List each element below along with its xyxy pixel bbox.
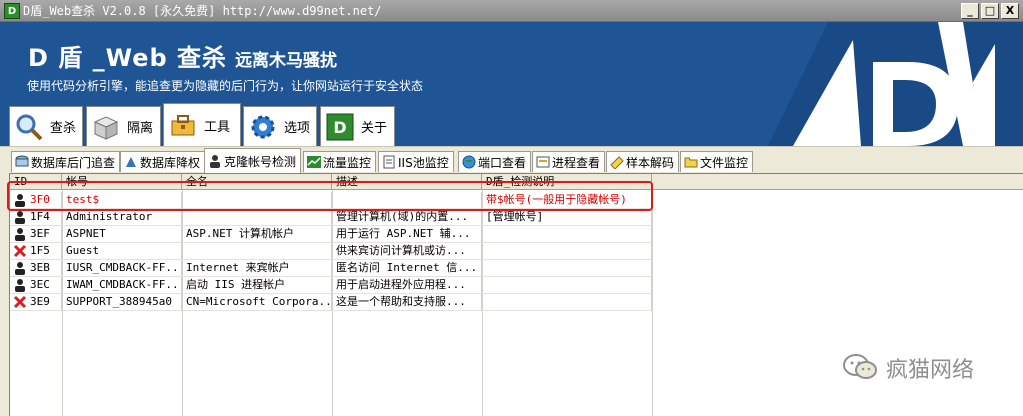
- tab-options[interactable]: 选项: [243, 106, 317, 146]
- globe-icon: [462, 155, 476, 169]
- tab-iis-pool-label: IIS池监控: [398, 155, 449, 170]
- app-icon: D: [4, 2, 20, 19]
- gear-icon: [248, 112, 278, 142]
- watermark-text: 疯猫网络: [886, 358, 975, 383]
- tab-port-view-label: 端口查看: [478, 155, 527, 170]
- cell-fullname: [182, 209, 332, 226]
- window-controls: _ □ X: [961, 3, 1019, 19]
- traffic-icon: [307, 155, 321, 169]
- wechat-icon: [842, 353, 878, 384]
- cell-note: [482, 294, 652, 311]
- table-row[interactable]: 3EB IUSR_CMDBACK-FF... Internet 来宾帐户 匿名访…: [10, 260, 1023, 277]
- box-icon: [91, 112, 121, 142]
- watermark: 疯猫网络: [842, 352, 974, 384]
- magnifier-icon: [14, 112, 44, 142]
- table-row[interactable]: 3EF ASPNET ASP.NET 计算机帐户 用于运行 ASP.NET 辅.…: [10, 226, 1023, 243]
- banner-title-text: D 盾 _Web 查杀: [28, 44, 228, 72]
- cell-id: 3EF: [10, 226, 62, 243]
- cell-description: 这是一个帮助和支持服...: [332, 294, 482, 311]
- table-row[interactable]: 1F4 Administrator 管理计算机(域)的内置... [管理帐号]: [10, 209, 1023, 226]
- cell-fullname: CN=Microsoft Corpora...: [182, 294, 332, 311]
- cell-fullname: ASP.NET 计算机帐户: [182, 226, 332, 243]
- folder-icon: [684, 155, 698, 169]
- cell-account: Guest: [62, 243, 182, 260]
- tab-quarantine[interactable]: 隔离: [86, 106, 161, 146]
- banner-title: D 盾 _Web 查杀 远离木马骚扰: [28, 38, 337, 73]
- tab-scan[interactable]: 查杀: [9, 106, 83, 146]
- tab-process-view-label: 进程查看: [552, 155, 601, 170]
- cell-account: IUSR_CMDBACK-FF...: [62, 260, 182, 277]
- d-logo-icon: D: [325, 112, 355, 142]
- cell-id: 3EC: [10, 277, 62, 294]
- window-title: D盾_Web查杀 V2.0.8 [永久免费] http://www.d99net…: [23, 4, 382, 18]
- table-row[interactable]: 1F5 Guest 供来宾访问计算机或访...: [10, 243, 1023, 260]
- process-icon: [536, 155, 550, 169]
- tab-traffic-monitor[interactable]: 流量监控: [303, 151, 377, 172]
- svg-text:D: D: [333, 118, 346, 137]
- cell-fullname: Internet 来宾帐户: [182, 260, 332, 277]
- cell-note: [管理帐号]: [482, 209, 652, 226]
- title-bar: D D盾_Web查杀 V2.0.8 [永久免费] http://www.d99n…: [0, 0, 1023, 22]
- banner-subtitle: 远离木马骚扰: [235, 51, 338, 71]
- tab-iis-pool[interactable]: IIS池监控: [378, 151, 454, 172]
- cell-id: 1F5: [10, 243, 62, 260]
- tab-quarantine-label: 隔离: [127, 121, 154, 136]
- sub-tab-strip: 数据库后门追查 数据库降权 克隆帐号检测 流量监控 IIS池监控 端口查看 进程…: [0, 146, 1023, 173]
- cell-description: 用于运行 ASP.NET 辅...: [332, 226, 482, 243]
- cell-account: ASPNET: [62, 226, 182, 243]
- tab-db-downgrade-label: 数据库降权: [140, 155, 201, 170]
- banner-slogan: 使用代码分析引擎，能追查更为隐藏的后门行为，让你网站运行于安全状态: [27, 79, 424, 93]
- cell-note: [482, 243, 652, 260]
- tab-port-view[interactable]: 端口查看: [458, 151, 532, 172]
- user-clone-icon: [208, 154, 222, 168]
- tab-tools[interactable]: 工具: [163, 103, 241, 146]
- cell-note: [482, 226, 652, 243]
- tab-sample-decode[interactable]: 样本解码: [606, 151, 680, 172]
- tab-traffic-monitor-label: 流量监控: [323, 155, 372, 170]
- tab-sample-decode-label: 样本解码: [626, 155, 675, 170]
- decode-icon: [610, 155, 624, 170]
- tab-tools-label: 工具: [204, 119, 231, 135]
- cell-description: 用于启动进程外应用程...: [332, 277, 482, 294]
- cell-description: 供来宾访问计算机或访...: [332, 243, 482, 260]
- tab-scan-label: 查杀: [50, 121, 77, 136]
- tab-db-downgrade[interactable]: 数据库降权: [120, 151, 206, 172]
- tab-file-monitor[interactable]: 文件监控: [680, 151, 754, 172]
- toolbox-icon: [168, 110, 198, 140]
- minimize-button[interactable]: _: [961, 3, 979, 19]
- tab-options-label: 选项: [284, 121, 311, 136]
- table-row[interactable]: 3E9 SUPPORT_388945a0 CN=Microsoft Corpor…: [10, 294, 1023, 311]
- maximize-button[interactable]: □: [981, 3, 999, 19]
- cell-description: 匿名访问 Internet 信...: [332, 260, 482, 277]
- cell-account: Administrator: [62, 209, 182, 226]
- tab-about[interactable]: D 关于: [320, 106, 395, 146]
- cell-id: 3EB: [10, 260, 62, 277]
- iis-pool-icon: [382, 155, 396, 169]
- cell-fullname: [182, 243, 332, 260]
- tab-db-backdoor[interactable]: 数据库后门追查: [11, 151, 121, 172]
- close-button[interactable]: X: [1001, 3, 1019, 19]
- cell-fullname: 启动 IIS 进程帐户: [182, 277, 332, 294]
- cell-description: 管理计算机(域)的内置...: [332, 209, 482, 226]
- tab-clone-account-label: 克隆帐号检测: [224, 154, 297, 169]
- table-row[interactable]: 3EC IWAM_CMDBACK-FF... 启动 IIS 进程帐户 用于启动进…: [10, 277, 1023, 294]
- d-shield-logo-icon: [768, 22, 1023, 146]
- cell-account: IWAM_CMDBACK-FF...: [62, 277, 182, 294]
- database-search-icon: [15, 155, 29, 169]
- cell-account: SUPPORT_388945a0: [62, 294, 182, 311]
- tab-about-label: 关于: [361, 121, 388, 136]
- tab-process-view[interactable]: 进程查看: [532, 151, 606, 172]
- cell-id: 3E9: [10, 294, 62, 311]
- tab-clone-account[interactable]: 克隆帐号检测: [204, 148, 302, 173]
- tab-file-monitor-label: 文件监控: [700, 155, 749, 170]
- tab-db-backdoor-label: 数据库后门追查: [31, 155, 116, 170]
- cell-note: [482, 277, 652, 294]
- highlight-annotation: [7, 181, 653, 211]
- database-down-icon: [124, 155, 138, 169]
- cell-note: [482, 260, 652, 277]
- cell-id: 1F4: [10, 209, 62, 226]
